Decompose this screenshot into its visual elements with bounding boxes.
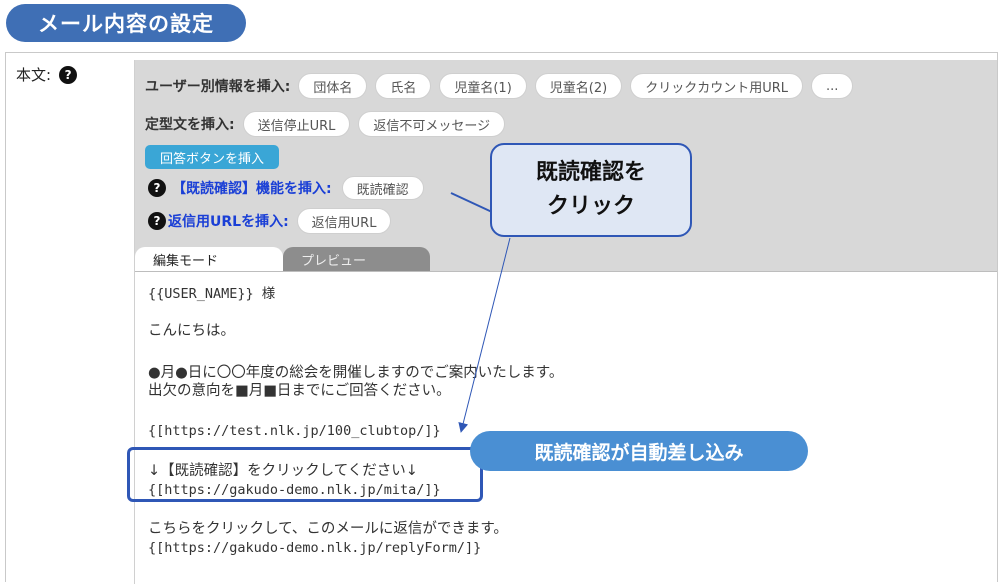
- chip-unsubscribe-url[interactable]: 送信停止URL: [242, 111, 351, 137]
- help-icon[interactable]: ?: [148, 212, 166, 230]
- answer-row: 回答ボタンを挿入: [145, 145, 280, 169]
- editor-line-hello: こんにちは。: [148, 323, 235, 339]
- tab-preview[interactable]: プレビュー: [283, 247, 430, 271]
- tab-edit-mode[interactable]: 編集モード: [135, 247, 283, 271]
- inserted-read-confirm-highlight: [127, 447, 483, 502]
- callout-line-2: クリック: [546, 194, 635, 219]
- chip-no-reply-message[interactable]: 返信不可メッセージ: [358, 111, 506, 137]
- body-field-label: 本文:: [16, 66, 52, 84]
- read-confirm-label: 【既読確認】機能を挿入:: [172, 181, 332, 197]
- chip-group-name[interactable]: 団体名: [298, 73, 368, 99]
- reply-url-label: 返信用URLを挿入:: [168, 214, 289, 230]
- chip-child-name-2[interactable]: 児童名(2): [534, 73, 623, 99]
- template-row: 定型文を挿入: 送信停止URL 返信不可メッセージ: [145, 111, 506, 137]
- callout-line-1: 既読確認を: [535, 160, 646, 185]
- user-info-row: ユーザー別情報を挿入: 団体名 氏名 児童名(1) 児童名(2) クリックカウン…: [145, 73, 854, 99]
- chip-reply-url[interactable]: 返信用URL: [296, 208, 392, 234]
- editor-line-reply-url: {[https://gakudo-demo.nlk.jp/replyForm/]…: [148, 540, 482, 556]
- chip-child-name-1[interactable]: 児童名(1): [439, 73, 527, 99]
- editor-line-url: {[https://test.nlk.jp/100_clubtop/]}: [148, 423, 441, 439]
- chip-name[interactable]: 氏名: [375, 73, 432, 99]
- help-icon[interactable]: ?: [148, 179, 166, 197]
- editor-line-reply-text: こちらをクリックして、このメールに返信ができます。: [148, 521, 508, 537]
- editor-line-announcement: ●月●日に〇〇年度の総会を開催しますのでご案内いたします。: [148, 365, 564, 381]
- reply-url-row: ? 返信用URLを挿入: 返信用URL: [148, 208, 392, 234]
- chip-read-confirm[interactable]: 既読確認: [341, 176, 424, 200]
- help-icon[interactable]: ?: [59, 65, 78, 84]
- body-field-label-row: 本文: ?: [16, 64, 78, 85]
- read-confirm-row: ? 【既読確認】機能を挿入: 既読確認: [148, 176, 424, 200]
- chip-more[interactable]: ...: [811, 73, 854, 99]
- editor-line-user-name: {{USER_NAME}} 様: [148, 286, 276, 302]
- user-info-label: ユーザー別情報を挿入:: [145, 79, 291, 95]
- template-label: 定型文を挿入:: [145, 117, 235, 133]
- insert-answer-button[interactable]: 回答ボタンを挿入: [145, 145, 280, 169]
- chip-click-count-url[interactable]: クリックカウント用URL: [630, 73, 803, 99]
- click-instruction-callout: 既読確認を クリック: [490, 143, 692, 237]
- editor-line-reply-deadline: 出欠の意向を■月■日までにご回答ください。: [148, 383, 451, 399]
- page-title: メール内容の設定: [6, 4, 246, 42]
- auto-insert-badge: 既読確認が自動差し込み: [470, 431, 808, 471]
